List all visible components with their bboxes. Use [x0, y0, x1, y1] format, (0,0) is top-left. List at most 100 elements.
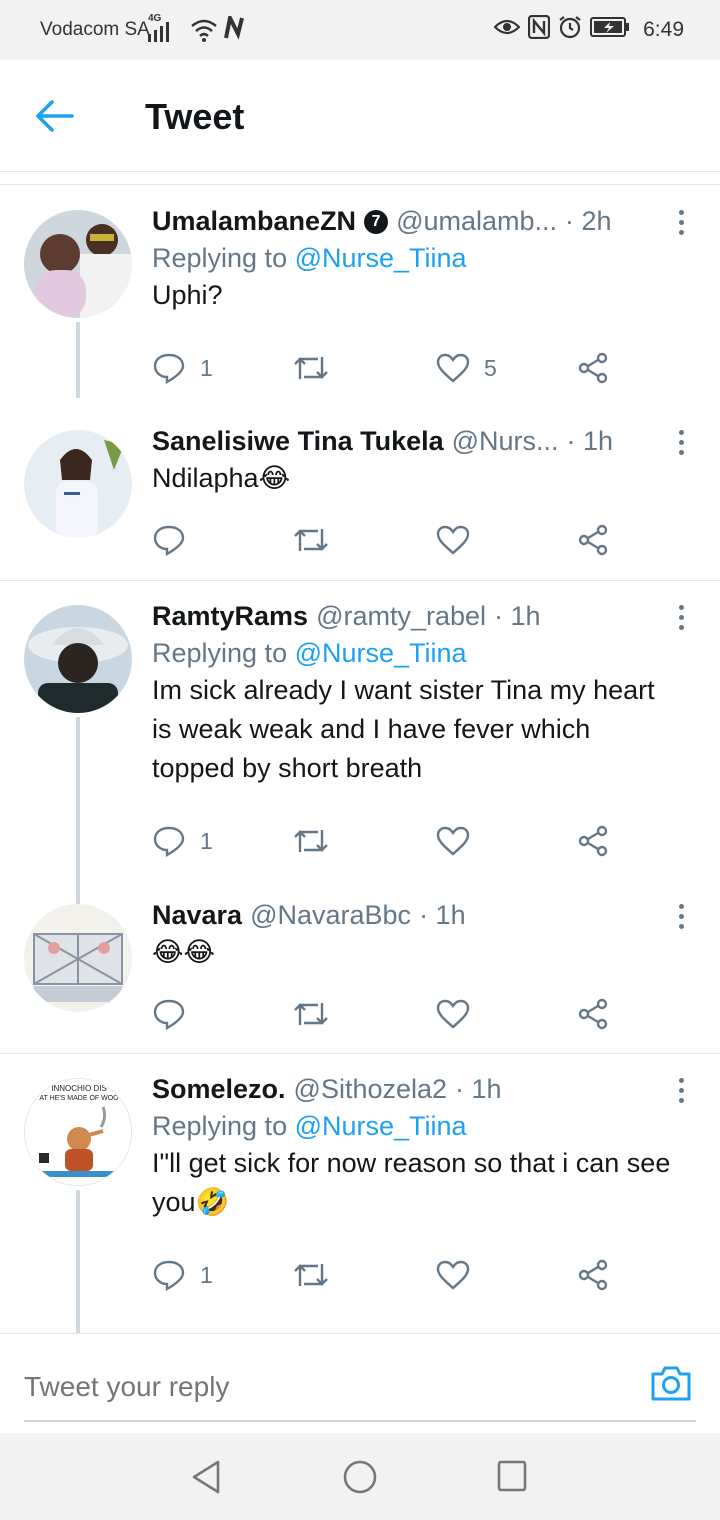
reply-input[interactable]	[24, 1356, 624, 1418]
tweet-text: I"ll get sick for now reason so that i c…	[152, 1148, 671, 1217]
replying-label: Replying to	[152, 1111, 288, 1141]
avatar[interactable]	[24, 904, 132, 1012]
reply-button[interactable]: 1	[152, 821, 213, 861]
avatar[interactable]	[24, 210, 132, 318]
status-bar: Vodacom SA 4G 6:49	[0, 0, 720, 60]
author-handle[interactable]: @NavaraBbc	[250, 900, 411, 931]
thread-line	[76, 1190, 80, 1333]
wifi-icon	[191, 19, 217, 42]
replying-to-link[interactable]: @Nurse_Tiina	[295, 638, 467, 668]
heart-icon	[436, 525, 470, 555]
reply-button[interactable]	[152, 994, 200, 1034]
tweet-somelezo[interactable]: INNOCHIO DIS AT HE'S MADE OF WOO Somelez…	[0, 1054, 720, 1333]
reply-count: 1	[200, 827, 213, 854]
author-name[interactable]: Sanelisiwe Tina Tukela	[152, 426, 444, 457]
like-button[interactable]	[436, 994, 484, 1034]
tweet-navara[interactable]: Navara @NavaraBbc · 1h 😂😂	[0, 880, 720, 1052]
replying-label: Replying to	[152, 243, 288, 273]
more-vertical-icon[interactable]	[676, 430, 686, 460]
share-button[interactable]	[578, 520, 610, 560]
reply-button[interactable]	[152, 520, 200, 560]
reply-button[interactable]: 1	[152, 1255, 213, 1295]
author-handle[interactable]: @umalamb...	[396, 206, 557, 237]
replying-to-link[interactable]: @Nurse_Tiina	[295, 243, 467, 273]
retweet-button[interactable]	[292, 994, 330, 1034]
tweet-time: · 1h	[494, 601, 541, 631]
share-button[interactable]	[578, 821, 610, 861]
share-button[interactable]	[578, 994, 610, 1034]
share-icon	[578, 825, 608, 857]
share-button[interactable]	[578, 1255, 610, 1295]
square-recents-icon[interactable]	[496, 1459, 528, 1493]
share-icon	[578, 352, 608, 384]
tweet-actions: 1	[152, 821, 622, 861]
tweet-sanelisiwe[interactable]: Sanelisiwe Tina Tukela @Nurs... · 1h Ndi…	[0, 406, 720, 578]
avatar-caption-1: INNOCHIO DIS	[51, 1084, 107, 1093]
share-button[interactable]	[578, 348, 610, 388]
share-icon	[578, 524, 608, 556]
author-handle[interactable]: @Nurs...	[452, 426, 559, 457]
like-button[interactable]	[436, 821, 484, 861]
retweet-button[interactable]	[292, 520, 330, 560]
camera-icon[interactable]	[650, 1364, 692, 1402]
author-handle[interactable]: @ramty_rabel	[316, 601, 486, 632]
network-type: 4G	[148, 13, 162, 24]
retweet-button[interactable]	[292, 821, 330, 861]
thread-line	[76, 717, 80, 905]
retweet-icon	[294, 529, 328, 551]
page-title: Tweet	[145, 96, 245, 137]
tweet-umalambanezn[interactable]: UmalambaneZN 7 @umalamb... · 2h Replying…	[0, 186, 720, 398]
retweet-icon	[294, 830, 328, 852]
author-name[interactable]: Navara	[152, 900, 242, 931]
avatar[interactable]	[24, 605, 132, 713]
reply-count: 1	[200, 354, 213, 381]
more-vertical-icon[interactable]	[676, 1078, 686, 1108]
author-name[interactable]: UmalambaneZN	[152, 206, 356, 237]
tweet-time: · 1h	[419, 900, 466, 930]
status-icons	[494, 15, 630, 39]
thread-line	[76, 322, 80, 398]
more-vertical-icon[interactable]	[676, 210, 686, 240]
tweet-meta: Sanelisiwe Tina Tukela @Nurs... · 1h	[152, 426, 680, 457]
like-button[interactable]: 5	[436, 348, 497, 388]
tweet-time: · 2h	[565, 206, 612, 236]
tweet-meta: UmalambaneZN 7 @umalamb... · 2h	[152, 206, 680, 237]
tweet-text: Im sick already I want sister Tina my he…	[152, 675, 655, 783]
author-handle[interactable]: @Sithozela2	[294, 1074, 448, 1105]
replying-to-link[interactable]: @Nurse_Tiina	[295, 1111, 467, 1141]
more-vertical-icon[interactable]	[676, 605, 686, 635]
avatar[interactable]: INNOCHIO DIS AT HE'S MADE OF WOO	[24, 1078, 132, 1186]
clock: 6:49	[643, 18, 684, 41]
app-header: Tweet	[0, 60, 720, 172]
tweet-text: 😂😂	[152, 937, 216, 967]
author-name[interactable]: RamtyRams	[152, 601, 308, 632]
like-button[interactable]	[436, 1255, 484, 1295]
system-nav-bar	[0, 1433, 720, 1520]
input-underline	[24, 1420, 696, 1422]
arrow-left-icon[interactable]	[34, 98, 74, 134]
heart-icon	[436, 1260, 470, 1290]
tweet-time: · 1h	[566, 426, 614, 456]
author-name[interactable]: Somelezo.	[152, 1074, 286, 1105]
battery-icon	[590, 17, 629, 37]
replying-to: Replying to @Nurse_Tiina	[152, 243, 680, 274]
comment-icon	[153, 353, 185, 384]
avatar[interactable]	[24, 430, 132, 538]
reply-button[interactable]: 1	[152, 348, 213, 388]
heart-icon	[436, 999, 470, 1029]
divider	[0, 173, 720, 185]
retweet-button[interactable]	[292, 348, 330, 388]
retweet-button[interactable]	[292, 1255, 330, 1295]
comment-icon	[153, 999, 185, 1030]
tweet-ramtyrams[interactable]: RamtyRams @ramty_rabel · 1h Replying to …	[0, 581, 720, 905]
carrier-name: Vodacom SA	[40, 19, 150, 40]
eye-icon	[494, 19, 520, 35]
more-vertical-icon[interactable]	[676, 904, 686, 934]
tweet-meta: Somelezo. @Sithozela2 · 1h	[152, 1074, 680, 1105]
comment-icon	[153, 1260, 185, 1291]
triangle-back-icon[interactable]	[190, 1459, 222, 1495]
like-button[interactable]	[436, 520, 484, 560]
retweet-icon	[294, 1264, 328, 1286]
signal-icon: 4G	[148, 13, 169, 42]
circle-home-icon[interactable]	[342, 1459, 378, 1495]
